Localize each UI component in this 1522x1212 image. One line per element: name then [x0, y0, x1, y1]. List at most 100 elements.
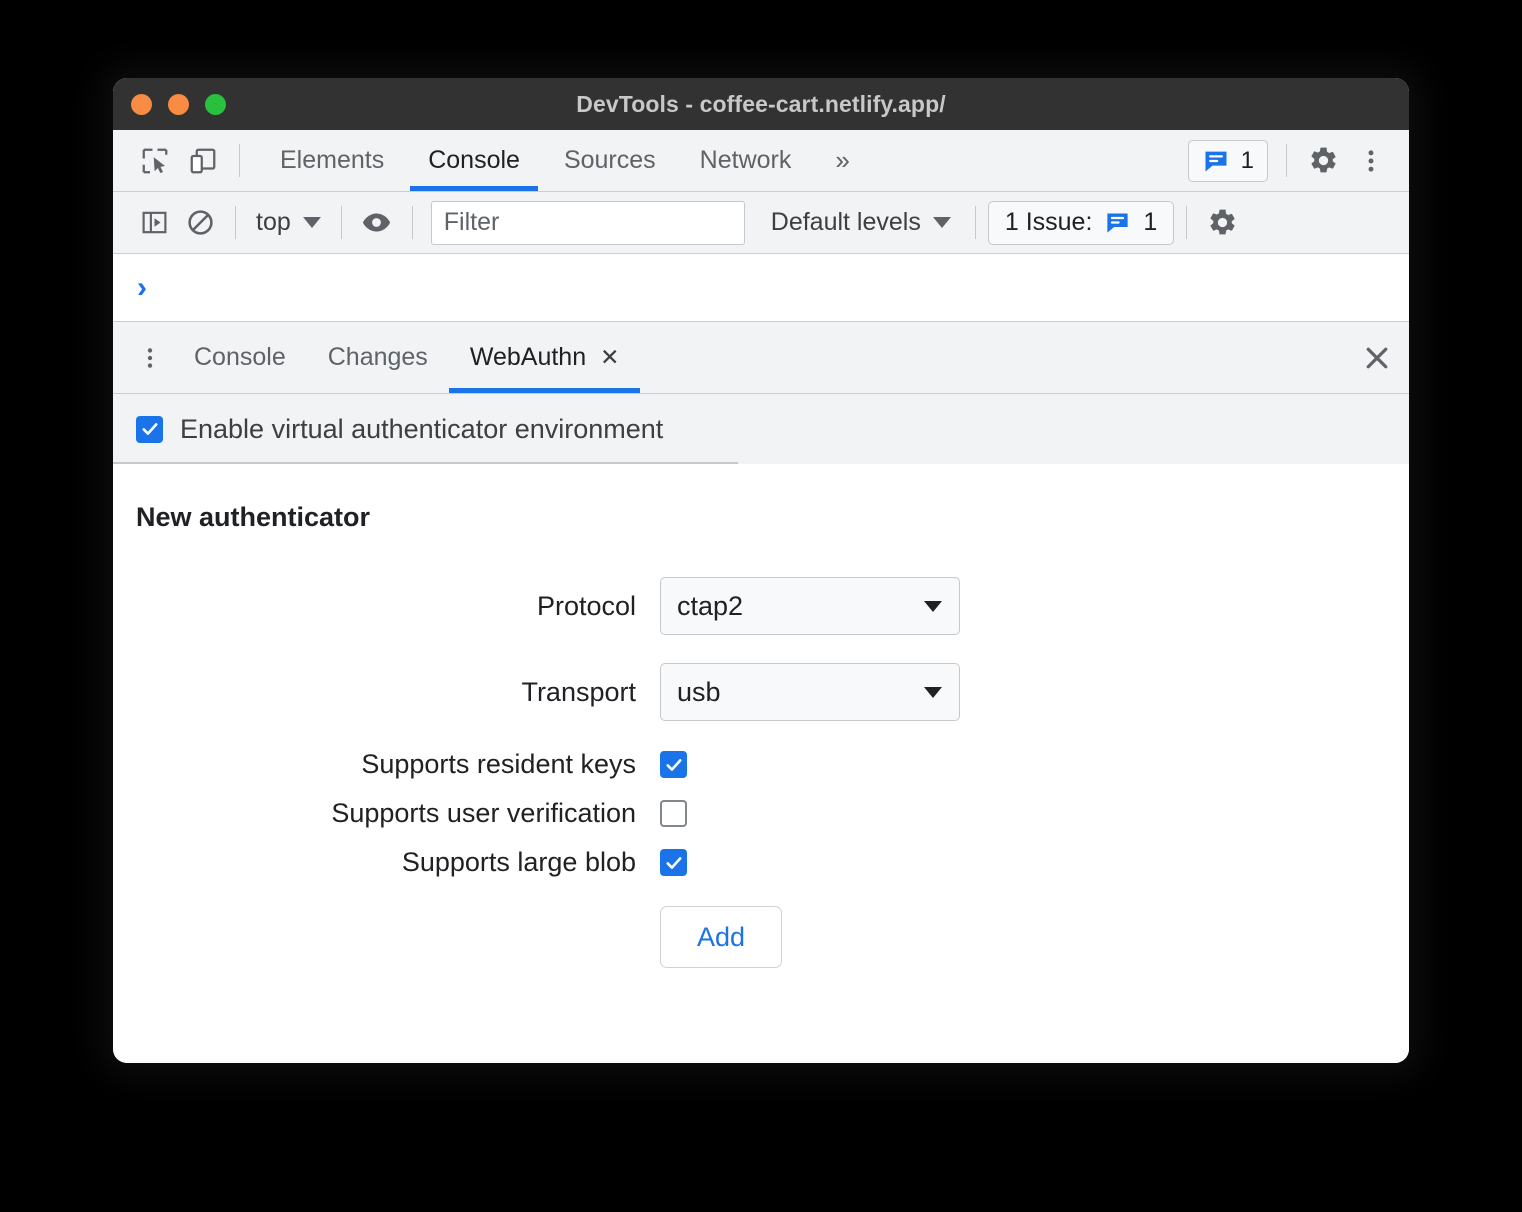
device-toolbar-button[interactable]: [179, 137, 227, 185]
console-toolbar: top Filter Default levels 1 Issue: 1: [113, 192, 1409, 254]
toolbar-divider-2: [1286, 144, 1287, 177]
supports-user-verification-cell: [660, 800, 960, 827]
drawer-tab-bar: Console Changes WebAuthn ✕: [113, 322, 1409, 394]
execution-context-selector[interactable]: top: [248, 208, 329, 237]
tab-network-label: Network: [699, 146, 792, 174]
console-divider-1: [235, 206, 236, 239]
drawer-tab-webauthn[interactable]: WebAuthn ✕: [448, 322, 641, 393]
close-drawer-button[interactable]: [1345, 322, 1409, 393]
live-expression-button[interactable]: [354, 200, 400, 246]
more-tabs-button[interactable]: »: [813, 130, 871, 191]
supports-resident-keys-cell: [660, 751, 960, 778]
enable-virtual-authenticator-row[interactable]: Enable virtual authenticator environment: [113, 394, 1409, 464]
supports-resident-keys-checkbox[interactable]: [660, 751, 687, 778]
issues-badge-button[interactable]: 1: [1187, 139, 1268, 182]
console-divider-5: [1186, 206, 1188, 239]
enable-virtual-authenticator-checkbox[interactable]: [136, 415, 163, 443]
window-controls: [131, 78, 226, 130]
supports-large-blob-label: Supports large blob: [401, 847, 636, 877]
window-title: DevTools - coffee-cart.netlify.app/: [576, 90, 946, 117]
drawer-tab-webauthn-label: WebAuthn: [469, 343, 587, 371]
console-issues-label: 1 Issue:: [1004, 208, 1093, 236]
console-filter-placeholder: Filter: [443, 208, 500, 236]
drawer-menu-button[interactable]: [127, 335, 173, 381]
main-menu-button[interactable]: [1347, 137, 1395, 185]
inspect-element-icon: [142, 148, 168, 173]
supports-large-blob-checkbox[interactable]: [660, 849, 687, 876]
log-level-value: Default levels: [770, 208, 921, 236]
console-filter-input[interactable]: Filter: [430, 200, 745, 245]
minimize-window-button[interactable]: [168, 93, 189, 115]
tab-network[interactable]: Network: [678, 130, 814, 191]
settings-button[interactable]: [1299, 137, 1347, 185]
clear-console-icon: [187, 210, 213, 235]
screen: DevTools - coffee-cart.netlify.app/ Elem…: [0, 0, 1522, 1212]
main-toolbar-right: 1: [1187, 130, 1395, 191]
console-sidebar-toggle[interactable]: [131, 200, 177, 246]
checkmark-icon: [141, 423, 158, 435]
protocol-value: ctap2: [677, 590, 744, 621]
add-button-cell: Add: [660, 906, 960, 968]
gear-icon: [1310, 147, 1336, 173]
chevron-down-icon: [924, 600, 942, 612]
issues-icon: [1205, 151, 1227, 171]
supports-large-blob-cell: [660, 849, 960, 876]
tab-elements[interactable]: Elements: [258, 130, 406, 191]
enable-virtual-authenticator-label: Enable virtual authenticator environment: [180, 413, 664, 444]
kebab-menu-icon: [1368, 149, 1374, 172]
tab-console[interactable]: Console: [406, 130, 542, 191]
add-authenticator-label: Add: [696, 921, 746, 952]
transport-label: Transport: [521, 676, 636, 707]
devtools-window: DevTools - coffee-cart.netlify.app/ Elem…: [113, 78, 1409, 1063]
webauthn-panel: New authenticator Protocol ctap2 Transpo…: [113, 464, 1409, 1063]
protocol-select[interactable]: ctap2: [660, 577, 960, 635]
devtools-main-toolbar: Elements Console Sources Network » 1: [113, 130, 1409, 192]
form-spacer: [660, 878, 960, 906]
drawer-tab-console-label: Console: [194, 343, 286, 371]
inspect-element-button[interactable]: [131, 137, 179, 185]
console-divider-2: [340, 206, 342, 239]
transport-value: usb: [677, 676, 721, 707]
drawer-tab-console[interactable]: Console: [173, 322, 307, 393]
supports-user-verification-checkbox[interactable]: [660, 800, 687, 827]
tab-console-label: Console: [428, 146, 520, 174]
tab-sources-label: Sources: [563, 146, 656, 174]
drawer-tab-changes-label: Changes: [327, 343, 428, 371]
tab-elements-label: Elements: [280, 146, 385, 174]
supports-resident-keys-label: Supports resident keys: [361, 749, 636, 779]
add-authenticator-button[interactable]: Add: [660, 906, 782, 968]
gear-icon: [1210, 209, 1235, 235]
toolbar-divider: [239, 144, 240, 177]
issues-icon: [1107, 213, 1129, 233]
close-window-button[interactable]: [131, 93, 152, 115]
chevron-down-icon: [302, 217, 321, 228]
log-level-selector[interactable]: Default levels: [759, 208, 963, 237]
console-issues-count: 1: [1143, 208, 1158, 236]
console-prompt-row[interactable]: ›: [113, 254, 1409, 322]
supports-user-verification-label: Supports user verification: [331, 798, 636, 828]
form-spacer: [136, 829, 636, 847]
close-icon: [1366, 347, 1388, 368]
panel-tab-list: Elements Console Sources Network »: [258, 130, 872, 191]
zoom-window-button[interactable]: [205, 93, 226, 115]
chevron-down-icon: [932, 217, 951, 228]
drawer-tab-changes[interactable]: Changes: [307, 322, 449, 393]
new-authenticator-title: New authenticator: [136, 502, 371, 532]
new-authenticator-form: Protocol ctap2 Transport usb Supports re…: [136, 577, 1409, 968]
console-sidebar-icon: [142, 211, 166, 234]
protocol-label: Protocol: [536, 590, 636, 621]
drawer-tab-webauthn-close-icon[interactable]: ✕: [600, 346, 619, 369]
form-spacer: [136, 635, 636, 663]
clear-console-button[interactable]: [177, 200, 223, 246]
form-spacer: [660, 635, 960, 663]
console-issues-button[interactable]: 1 Issue: 1: [987, 200, 1175, 245]
form-spacer: [136, 780, 636, 798]
chevron-double-right-icon: »: [835, 145, 850, 175]
checkmark-icon: [665, 856, 682, 869]
chevron-down-icon: [924, 686, 942, 698]
form-spacer: [660, 721, 960, 749]
form-spacer: [136, 721, 636, 749]
transport-select[interactable]: usb: [660, 663, 960, 721]
tab-sources[interactable]: Sources: [542, 130, 678, 191]
console-settings-button[interactable]: [1199, 200, 1245, 246]
